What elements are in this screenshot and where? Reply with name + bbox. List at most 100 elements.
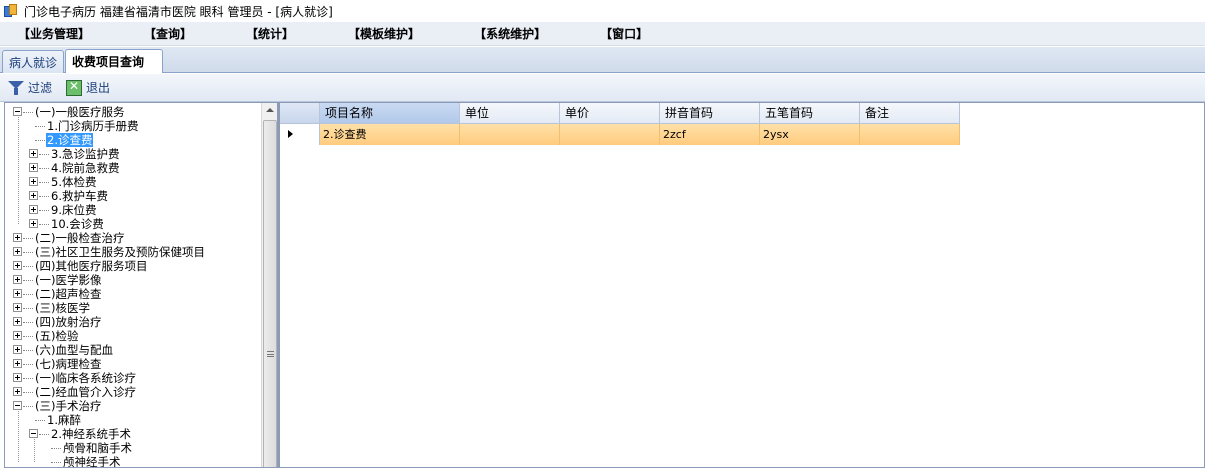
tree-connector-line (18, 115, 19, 224)
tree-node-label: 3.急诊监护费 (51, 147, 120, 161)
column-header-pinyin-code[interactable]: 拼音首码 (660, 103, 760, 124)
expand-icon[interactable] (13, 373, 22, 382)
expand-icon[interactable] (13, 233, 22, 242)
exit-label: 退出 (86, 81, 111, 95)
menu-query[interactable]: 【查询】 (130, 25, 206, 42)
tree-node[interactable]: 2.神经系统手术 (29, 427, 132, 441)
menu-system[interactable]: 【系统维护】 (460, 25, 560, 42)
cell-pinyin-code[interactable]: 2zcf (660, 124, 760, 145)
menu-template[interactable]: 【模板维护】 (334, 25, 434, 42)
filter-button[interactable]: 过滤 (8, 79, 52, 96)
tree-branch-line (39, 168, 49, 169)
collapse-icon[interactable] (13, 107, 22, 116)
tree-branch-line (23, 280, 33, 281)
cell-unit[interactable] (460, 124, 560, 145)
expand-icon[interactable] (13, 261, 22, 270)
tree-node[interactable]: (三)核医学 (13, 301, 91, 315)
tree-node-label: 9.床位费 (51, 203, 97, 217)
menu-window[interactable]: 【窗口】 (586, 25, 662, 42)
tree-node[interactable]: (一)医学影像 (13, 273, 102, 287)
tree-branch-line (51, 448, 61, 449)
expand-icon[interactable] (29, 205, 38, 214)
tree-branch-line (23, 322, 33, 323)
tree-node[interactable]: 2.诊查费 (29, 133, 94, 147)
expand-icon[interactable] (13, 275, 22, 284)
tree-node-label: (二)经血管介入诊疗 (35, 385, 136, 399)
column-header-note[interactable]: 备注 (860, 103, 960, 124)
filter-label: 过滤 (28, 81, 53, 95)
tree-node[interactable]: 9.床位费 (29, 203, 97, 217)
tree-node[interactable]: (一)一般医疗服务 (13, 105, 125, 119)
tab-patient-visit[interactable]: 病人就诊 (2, 50, 65, 73)
cell-wubi-code[interactable]: 2ysx (760, 124, 860, 145)
tree-node[interactable]: 1.麻醉 (29, 413, 82, 427)
tree-node[interactable]: (二)超声检查 (13, 287, 102, 301)
tree-scrollbar[interactable] (261, 103, 277, 467)
tree-node[interactable]: (六)血型与配血 (13, 343, 114, 357)
cell-note[interactable] (860, 124, 960, 145)
tree-node[interactable]: 5.体检费 (29, 175, 97, 189)
menu-business[interactable]: 【业务管理】 (4, 25, 104, 42)
tree-node[interactable]: 颅神经手术 (45, 455, 122, 467)
tree-branch-line (39, 224, 49, 225)
exit-icon (66, 79, 83, 96)
column-header-price[interactable]: 单价 (560, 103, 660, 124)
grid-corner (280, 103, 320, 124)
expand-icon[interactable] (29, 149, 38, 158)
expand-icon[interactable] (13, 387, 22, 396)
tree-branch-line (23, 252, 33, 253)
menu-statistics[interactable]: 【统计】 (232, 25, 308, 42)
fee-category-tree[interactable]: (一)一般医疗服务 1.门诊病历手册费 2.诊查费 3.急诊监护费 4.院前急救费 5.体… (5, 103, 262, 467)
expand-icon[interactable] (29, 177, 38, 186)
tree-node[interactable]: (七)病理检查 (13, 357, 102, 371)
expand-icon[interactable] (13, 303, 22, 312)
tree-node-label-selected: 2.诊查费 (46, 133, 94, 147)
expand-icon[interactable] (13, 247, 22, 256)
collapse-icon[interactable] (29, 429, 38, 438)
expand-icon[interactable] (13, 331, 22, 340)
column-header-unit[interactable]: 单位 (460, 103, 560, 124)
cell-price[interactable] (560, 124, 660, 145)
tree-node[interactable]: 6.救护车费 (29, 189, 109, 203)
tree-branch-line (23, 406, 33, 407)
table-row[interactable]: 2.诊查费 2zcf 2ysx (280, 124, 960, 145)
expand-icon[interactable] (13, 317, 22, 326)
tree-node[interactable]: 3.急诊监护费 (29, 147, 120, 161)
expand-icon[interactable] (29, 219, 38, 228)
tree-node[interactable]: (四)其他医疗服务项目 (13, 259, 148, 273)
grid-header: 项目名称 单位 单价 拼音首码 五笔首码 备注 (280, 103, 960, 124)
tree-branch-line (51, 462, 61, 463)
tree-node[interactable]: (二)经血管介入诊疗 (13, 385, 137, 399)
filter-icon (8, 80, 24, 96)
scroll-thumb[interactable] (263, 120, 277, 467)
column-header-wubi-code[interactable]: 五笔首码 (760, 103, 860, 124)
tree-node-label: (一)一般医疗服务 (35, 105, 125, 119)
expand-icon[interactable] (29, 191, 38, 200)
tree-node[interactable]: (五)检验 (13, 329, 79, 343)
tree-node-label: (四)其他医疗服务项目 (35, 259, 148, 273)
tree-node[interactable]: 颅骨和脑手术 (45, 441, 133, 455)
collapse-icon[interactable] (13, 401, 22, 410)
exit-button[interactable]: 退出 (66, 79, 110, 96)
tree-node-label: (三)社区卫生服务及预防保健项目 (35, 245, 205, 259)
tree-node[interactable]: (三)手术治疗 (13, 399, 102, 413)
tree-node[interactable]: (四)放射治疗 (13, 315, 102, 329)
tree-node-label: 10.会诊费 (51, 217, 104, 231)
tree-node[interactable]: (三)社区卫生服务及预防保健项目 (13, 245, 206, 259)
tree-branch-line (23, 392, 33, 393)
tab-fee-item-query[interactable]: 收费项目查询 (65, 49, 164, 73)
tree-node[interactable]: 1.门诊病历手册费 (29, 119, 139, 133)
tree-node[interactable]: (二)一般检查治疗 (13, 231, 125, 245)
scroll-up-arrow-icon[interactable] (262, 103, 277, 119)
tree-node[interactable]: 10.会诊费 (29, 217, 105, 231)
expand-icon[interactable] (29, 163, 38, 172)
column-header-item-name[interactable]: 项目名称 (320, 103, 460, 124)
tree-branch-line (23, 238, 33, 239)
cell-item-name[interactable]: 2.诊查费 (320, 124, 460, 145)
expand-icon[interactable] (13, 359, 22, 368)
tree-node[interactable]: (一)临床各系统诊疗 (13, 371, 137, 385)
tree-branch-line (23, 308, 33, 309)
expand-icon[interactable] (13, 345, 22, 354)
expand-icon[interactable] (13, 289, 22, 298)
tree-node[interactable]: 4.院前急救费 (29, 161, 120, 175)
